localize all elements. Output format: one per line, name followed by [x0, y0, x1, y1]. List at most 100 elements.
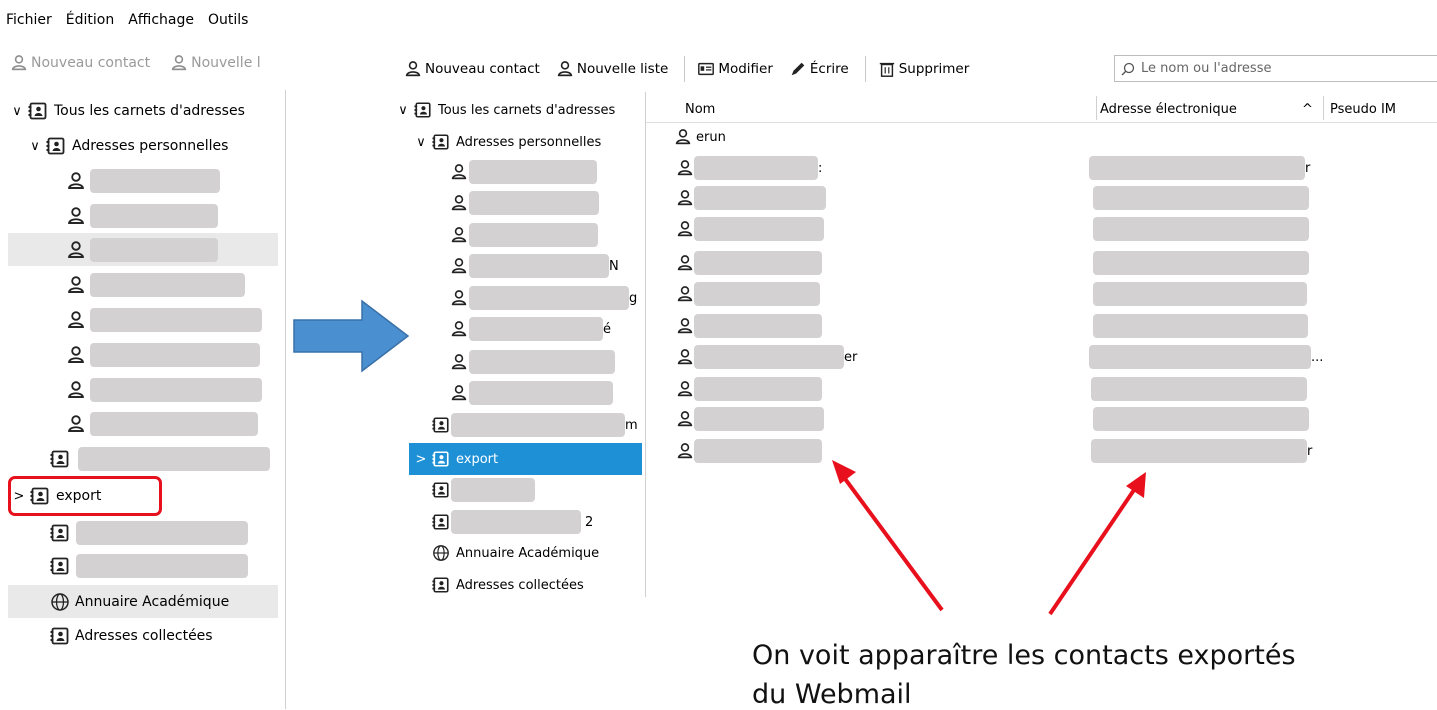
column-separator[interactable]	[1096, 96, 1097, 120]
search-input[interactable]: Le nom ou l'adresse	[1114, 55, 1437, 82]
new-list-button[interactable]: Nouvelle liste	[556, 60, 668, 78]
table-row[interactable]	[676, 248, 822, 278]
contact-icon	[450, 257, 468, 275]
list-item[interactable]	[66, 166, 220, 196]
list-item[interactable]	[66, 409, 258, 439]
row-suffix: ...	[1311, 349, 1324, 365]
right-toolbar: Nouveau contact Nouvelle liste Modifier …	[404, 56, 985, 82]
table-row[interactable]: er	[676, 342, 857, 372]
tree-collected[interactable]: Adresses collectées	[432, 570, 584, 600]
new-contact-button[interactable]: Nouveau contact	[10, 54, 150, 72]
email-cell	[1093, 279, 1307, 309]
email-cell	[1093, 248, 1309, 278]
row-suffix: r	[1305, 160, 1311, 176]
edit-button[interactable]: Modifier	[697, 60, 773, 78]
list-item[interactable]: N	[450, 251, 619, 281]
redacted-text	[469, 286, 629, 310]
menu-file[interactable]: Fichier	[6, 12, 52, 34]
address-book-icon	[28, 101, 48, 121]
table-row[interactable]	[676, 404, 824, 434]
new-list-label: Nouvelle l	[191, 55, 261, 71]
list-item[interactable]	[66, 235, 218, 265]
list-item[interactable]	[66, 305, 262, 335]
redacted-text	[694, 156, 818, 180]
new-contact-button[interactable]: Nouveau contact	[404, 60, 540, 78]
table-row[interactable]: erun	[674, 122, 726, 152]
tree-book[interactable]	[50, 551, 248, 581]
chevron-right-icon[interactable]: >	[414, 452, 428, 467]
menu-tools[interactable]: Outils	[208, 12, 248, 34]
new-list-button[interactable]: Nouvelle l	[170, 54, 261, 72]
contact-icon	[450, 163, 468, 181]
list-item[interactable]	[450, 347, 615, 377]
list-item[interactable]	[450, 220, 598, 250]
column-header-name[interactable]: Nom	[685, 96, 715, 122]
table-row[interactable]	[676, 214, 824, 244]
list-item[interactable]: é	[450, 314, 611, 344]
tree-all-books[interactable]: ∨ Tous les carnets d'adresses	[10, 96, 245, 126]
column-name-label: Nom	[685, 101, 716, 117]
contact-icon	[450, 226, 468, 244]
redacted-text	[694, 439, 822, 463]
tree-export[interactable]: > export	[414, 444, 498, 474]
list-item[interactable]	[66, 375, 262, 405]
column-header-email[interactable]: Adresse électronique	[1100, 96, 1237, 122]
list-item[interactable]	[450, 188, 599, 218]
list-item[interactable]: g	[450, 283, 637, 313]
tree-book[interactable]: 2	[432, 507, 593, 537]
table-row[interactable]: :	[676, 153, 822, 183]
sort-ascending-icon[interactable]: ^	[1302, 96, 1313, 122]
table-row[interactable]	[676, 374, 822, 404]
address-book-icon	[50, 523, 70, 543]
address-book-icon	[432, 481, 450, 499]
caption-line-2: du Webmail	[752, 679, 912, 710]
email-cell	[1091, 374, 1307, 404]
redacted-text	[469, 160, 597, 184]
caption-line-1: On voit apparaître les contacts exportés	[752, 640, 1296, 671]
menu-edit[interactable]: Édition	[66, 12, 114, 34]
chevron-down-icon[interactable]: ∨	[414, 135, 428, 150]
list-item[interactable]	[450, 157, 597, 187]
chevron-down-icon[interactable]: ∨	[396, 103, 410, 118]
contact-icon	[450, 353, 468, 371]
tree-academic[interactable]: Annuaire Académique	[432, 538, 599, 568]
redacted-text	[90, 378, 262, 402]
list-item[interactable]	[66, 270, 245, 300]
tree-academic[interactable]: Annuaire Académique	[50, 587, 229, 617]
tree-personal[interactable]: ∨ Adresses personnelles	[414, 127, 601, 157]
right-pane-divider	[645, 92, 646, 597]
list-item[interactable]	[450, 378, 613, 408]
delete-button[interactable]: Supprimer	[878, 60, 969, 78]
address-book-icon	[50, 626, 70, 646]
chevron-down-icon[interactable]: ∨	[10, 104, 24, 119]
tree-all-books[interactable]: ∨ Tous les carnets d'adresses	[396, 95, 615, 125]
redacted-text	[469, 254, 609, 278]
redacted-text	[469, 350, 615, 374]
contact-icon	[676, 189, 694, 207]
tree-personal-label: Adresses personnelles	[72, 138, 229, 154]
column-separator[interactable]	[1323, 96, 1324, 120]
redacted-text	[694, 217, 824, 241]
address-book-icon	[432, 416, 450, 434]
column-header-pseudo[interactable]: Pseudo IM	[1330, 96, 1396, 122]
write-button[interactable]: Écrire	[789, 60, 849, 78]
tree-book[interactable]	[432, 475, 535, 505]
table-row[interactable]	[676, 279, 820, 309]
table-row[interactable]	[676, 183, 826, 213]
tree-book[interactable]: m	[432, 410, 638, 440]
tree-book[interactable]	[50, 518, 248, 548]
edit-label: Modifier	[718, 61, 773, 77]
address-book-icon	[432, 133, 450, 151]
left-toolbar: Nouveau contact Nouvelle l	[10, 54, 285, 72]
menu-view[interactable]: Affichage	[128, 12, 194, 34]
chevron-down-icon[interactable]: ∨	[28, 139, 42, 154]
tree-book[interactable]	[50, 444, 270, 474]
table-row[interactable]	[676, 311, 822, 341]
pencil-icon	[791, 62, 805, 76]
redacted-text	[78, 447, 270, 471]
list-item[interactable]	[66, 201, 218, 231]
list-item[interactable]	[66, 340, 260, 370]
tree-collected[interactable]: Adresses collectées	[50, 621, 213, 651]
table-row[interactable]	[676, 436, 822, 466]
tree-personal[interactable]: ∨ Adresses personnelles	[28, 131, 228, 161]
